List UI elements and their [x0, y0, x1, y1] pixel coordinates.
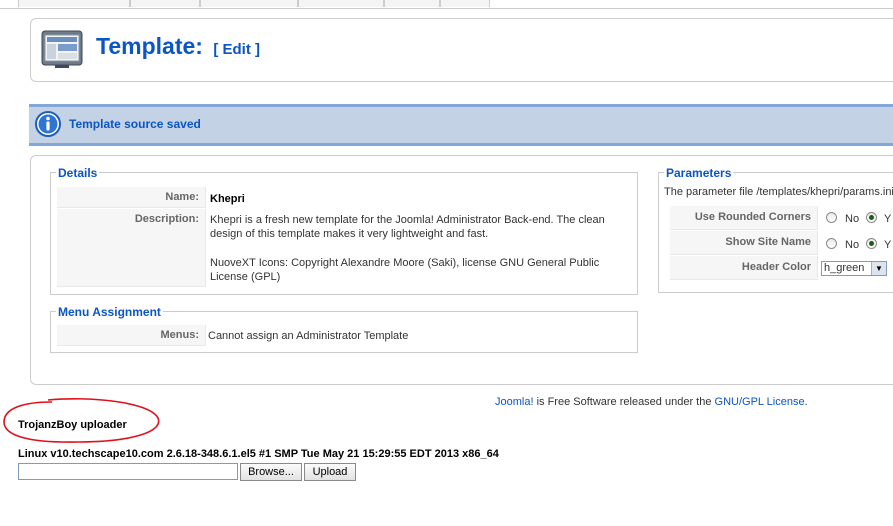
use-rounded-corners-label: Use Rounded Corners — [670, 206, 818, 230]
parameters-file-note: The parameter file /templates/khepri/par… — [664, 186, 893, 198]
rounded-corners-no-radio[interactable] — [826, 212, 837, 223]
name-label: Name: — [57, 187, 206, 208]
message-text: Template source saved — [69, 117, 201, 131]
info-icon — [35, 111, 61, 137]
header-color-value: h_green — [824, 262, 865, 274]
menu-assignment-legend: Menu Assignment — [56, 305, 163, 319]
details-legend: Details — [56, 166, 100, 180]
site-name-yes-radio[interactable] — [866, 238, 877, 249]
page-title-text: Template: — [96, 33, 203, 59]
rounded-corners-yes-radio[interactable] — [866, 212, 877, 223]
footer-text: is Free Software released under the — [533, 396, 715, 408]
tab-1[interactable] — [18, 0, 130, 7]
chevron-down-icon[interactable]: ▼ — [871, 262, 886, 275]
tab-5[interactable] — [384, 0, 440, 7]
system-info: Linux v10.techscape10.com 2.6.18-348.6.1… — [18, 448, 499, 460]
header-color-select[interactable]: h_green ▼ — [821, 261, 887, 276]
uploader-title: TrojanzBoy uploader — [18, 419, 127, 431]
tab-2[interactable] — [130, 0, 200, 7]
browse-button[interactable]: Browse... — [240, 463, 302, 481]
page-title: Template: [ Edit ] — [96, 33, 260, 60]
top-tab-strip — [0, 0, 893, 9]
template-description: Khepri is a fresh new template for the J… — [210, 214, 605, 240]
site-name-no-label: No — [845, 239, 860, 251]
site-name-no-radio[interactable] — [826, 238, 837, 249]
header-color-label: Header Color — [670, 256, 818, 280]
template-name-value: Khepri — [210, 193, 245, 205]
edit-mode-label: [ Edit ] — [213, 41, 260, 58]
menus-value: Cannot assign an Administrator Template — [208, 330, 409, 342]
gpl-license-link[interactable]: GNU/GPL License — [715, 396, 805, 408]
upload-button[interactable]: Upload — [304, 463, 356, 481]
footer-period: . — [804, 396, 808, 408]
joomla-link[interactable]: Joomla! — [495, 396, 534, 408]
rounded-corners-no-label: No — [845, 213, 860, 225]
site-name-yes-label: Y — [884, 239, 892, 251]
tab-3[interactable] — [200, 0, 298, 7]
template-manager-icon — [41, 30, 83, 68]
show-site-name-label: Show Site Name — [670, 231, 818, 255]
footer: Joomla! is Free Software released under … — [495, 396, 808, 408]
file-path-input[interactable] — [18, 463, 238, 480]
description-label: Description: — [57, 209, 206, 287]
tab-4[interactable] — [298, 0, 384, 7]
rounded-corners-yes-label: Y — [884, 213, 892, 225]
menus-label: Menus: — [57, 325, 206, 346]
tab-6[interactable] — [440, 0, 490, 7]
parameters-legend: Parameters — [664, 166, 734, 180]
template-icons-credit: NuoveXT Icons: Copyright Alexandre Moore… — [210, 257, 600, 283]
